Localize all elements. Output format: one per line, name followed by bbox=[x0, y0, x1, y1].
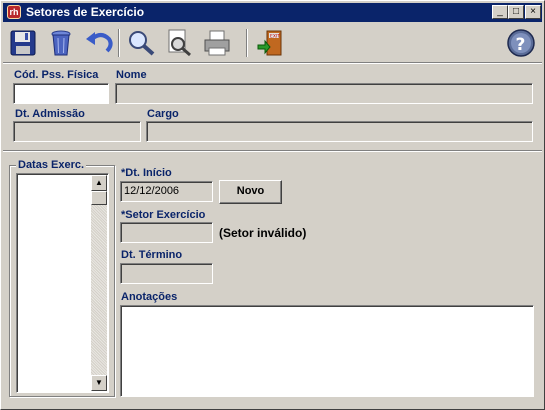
setor-exercicio-label: *Setor Exercício bbox=[121, 209, 206, 221]
dt-termino-label: Dt. Término bbox=[121, 249, 183, 261]
search-icon[interactable] bbox=[125, 27, 157, 59]
close-button[interactable]: × bbox=[525, 5, 541, 19]
toolbar-separator bbox=[246, 29, 248, 57]
maximize-button[interactable]: □ bbox=[508, 5, 524, 19]
dt-inicio-input[interactable]: 12/12/2006 bbox=[120, 181, 213, 202]
toolbar-separator bbox=[118, 29, 120, 57]
dt-termino-input[interactable] bbox=[120, 263, 213, 284]
anotacoes-label: Anotações bbox=[121, 291, 178, 303]
window: rh Setores de Exercício _ □ × EXIT ? Cód… bbox=[0, 0, 545, 410]
vertical-scrollbar[interactable]: ▲ ▼ bbox=[91, 175, 107, 391]
undo-icon[interactable] bbox=[83, 27, 115, 59]
scroll-down-icon[interactable]: ▼ bbox=[91, 375, 107, 391]
cod-pss-fisica-input[interactable] bbox=[13, 83, 109, 104]
cargo-field bbox=[146, 121, 533, 142]
toolbar-divider bbox=[3, 62, 542, 64]
anotacoes-textarea[interactable] bbox=[120, 305, 534, 397]
setor-exercicio-input[interactable] bbox=[120, 222, 213, 243]
scroll-thumb[interactable] bbox=[91, 191, 107, 205]
minimize-button[interactable]: _ bbox=[492, 5, 508, 19]
scroll-up-icon[interactable]: ▲ bbox=[91, 175, 107, 191]
help-symbol: ? bbox=[516, 35, 526, 55]
delete-icon[interactable] bbox=[45, 27, 77, 59]
datas-exerc-list[interactable]: ▲ ▼ bbox=[16, 173, 109, 393]
cod-pss-fisica-label: Cód. Pss. Física bbox=[14, 69, 99, 81]
setor-status-text: (Setor inválido) bbox=[219, 226, 307, 240]
help-icon[interactable]: ? bbox=[505, 27, 537, 59]
cargo-label: Cargo bbox=[147, 108, 179, 120]
window-title: Setores de Exercício bbox=[26, 5, 145, 19]
nome-field bbox=[115, 83, 533, 104]
novo-button[interactable]: Novo bbox=[219, 180, 282, 204]
nome-label: Nome bbox=[116, 69, 147, 81]
toolbar: EXIT ? bbox=[3, 23, 542, 63]
datas-exerc-title: Datas Exerc. bbox=[16, 159, 87, 171]
app-icon: rh bbox=[7, 5, 21, 19]
dt-admissao-field bbox=[13, 121, 141, 142]
exit-icon[interactable]: EXIT bbox=[255, 27, 287, 59]
print-icon[interactable] bbox=[201, 27, 233, 59]
exit-badge-text: EXIT bbox=[270, 34, 280, 40]
dt-admissao-label: Dt. Admissão bbox=[15, 108, 85, 120]
header-divider bbox=[3, 150, 542, 152]
save-icon[interactable] bbox=[7, 27, 39, 59]
title-bar[interactable]: rh Setores de Exercício _ □ × bbox=[3, 3, 542, 22]
print-preview-icon[interactable] bbox=[163, 27, 195, 59]
dt-inicio-label: *Dt. Início bbox=[121, 167, 172, 179]
